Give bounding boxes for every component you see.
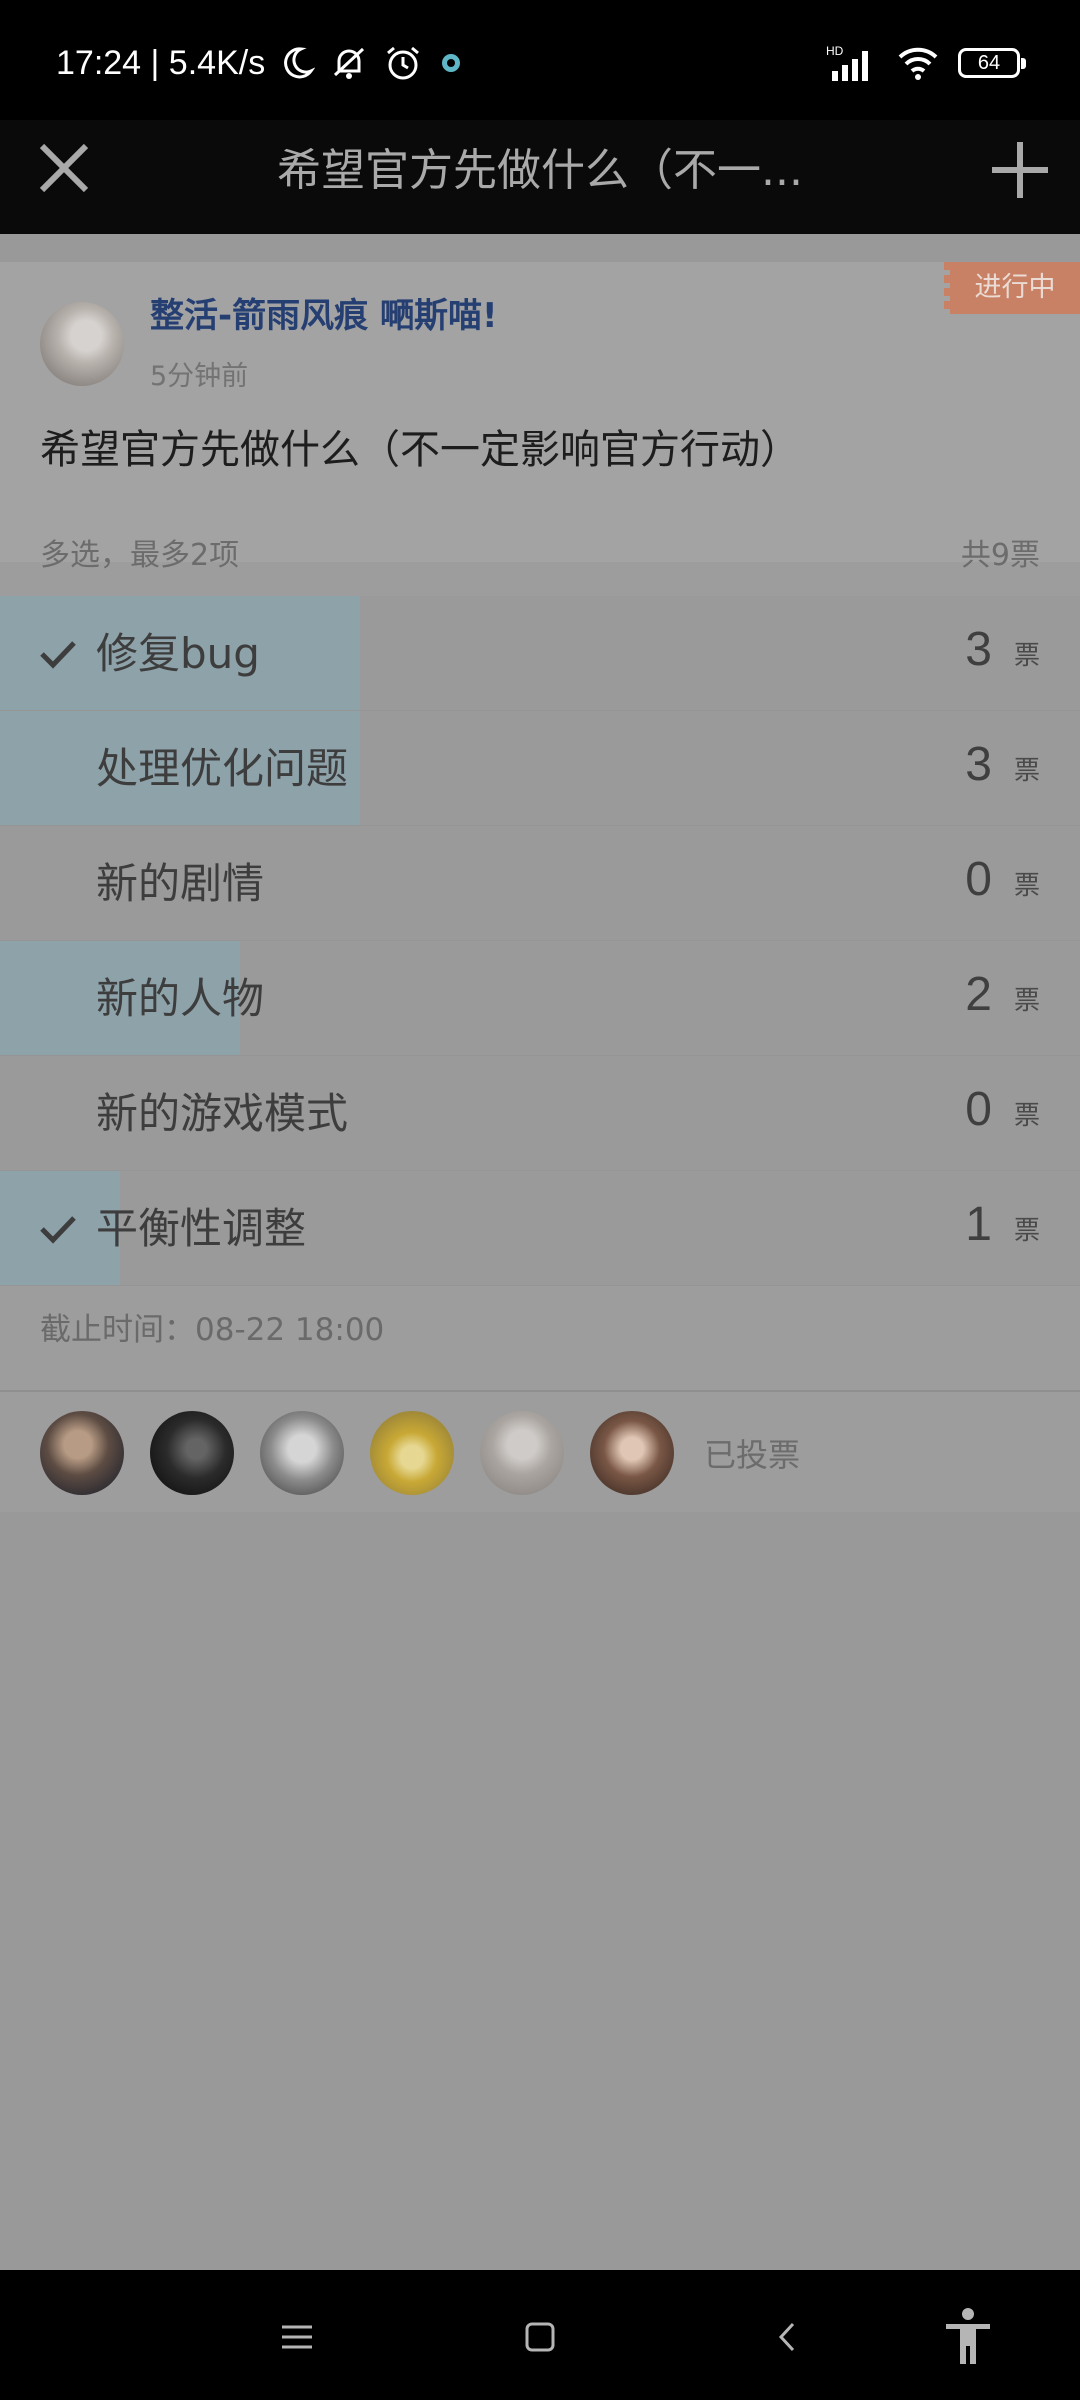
poll-option[interactable]: 新的人物 2 票 [0, 941, 1080, 1056]
option-label: 新的人物 [96, 974, 265, 1023]
close-icon[interactable] [34, 138, 94, 198]
divider [0, 1390, 1080, 1392]
poll-option[interactable]: 平衡性调整 1 票 [0, 1171, 1080, 1286]
option-vote-count: 3 [965, 738, 992, 791]
battery-indicator: 64 [958, 48, 1026, 78]
app-header: 希望官方先做什么（不一... [0, 120, 1080, 234]
option-vote-count: 1 [965, 1198, 992, 1251]
signal-icon: HD [826, 44, 868, 81]
poll-deadline: 截止时间：08-22 18:00 [40, 1312, 385, 1348]
poll-option[interactable]: 处理优化问题 3 票 [0, 711, 1080, 826]
vote-unit: 票 [1013, 756, 1040, 786]
voter-list[interactable]: 已投票 [40, 1410, 800, 1496]
option-label: 修复bug [96, 629, 260, 678]
check-icon [40, 641, 76, 669]
poll-title: 希望官方先做什么（不一定影响官方行动） [40, 427, 800, 473]
page-title: 希望官方先做什么（不一... [277, 145, 803, 196]
system-nav-bar [0, 2270, 1080, 2400]
poll-option[interactable]: 新的剧情 0 票 [0, 826, 1080, 941]
time-speed-text: 17:24 | 5.4K/s [56, 43, 266, 82]
poll-mode: 多选，最多2项 [40, 538, 240, 573]
option-label: 新的剧情 [96, 859, 265, 908]
option-vote-count: 2 [965, 968, 992, 1021]
voter-avatar[interactable] [150, 1411, 234, 1495]
voter-avatar[interactable] [370, 1411, 454, 1495]
author-avatar[interactable] [40, 302, 124, 386]
poll-options: 修复bug 3 票处理优化问题 3 票新的剧情 0 票新的人物 2 票新的游戏模式 0 票平衡性调整… [0, 596, 1080, 1286]
home-icon[interactable] [515, 2312, 565, 2362]
poll-option[interactable]: 新的游戏模式 0 票 [0, 1056, 1080, 1171]
vote-unit: 票 [1013, 871, 1040, 901]
voted-label: 已投票 [704, 1436, 801, 1474]
battery-level: 64 [977, 51, 1001, 74]
muted-bell-icon [334, 47, 365, 79]
voter-avatar[interactable] [260, 1411, 344, 1495]
check-icon [40, 1216, 76, 1244]
poll-option[interactable]: 修复bug 3 票 [0, 596, 1080, 711]
vote-unit: 票 [1013, 1101, 1040, 1131]
vote-unit: 票 [1013, 641, 1040, 671]
add-icon[interactable] [986, 136, 1054, 204]
status-left: 17:24 | 5.4K/s [56, 38, 465, 88]
vote-unit: 票 [1013, 1216, 1040, 1246]
accessibility-icon[interactable] [940, 2306, 996, 2366]
voter-avatar[interactable] [40, 1411, 124, 1495]
poll-card: 进行中 整活-箭雨风痕 嗮斯喵! 5分钟前 希望官方先做什么（不一定影响官方行动… [0, 262, 1080, 1512]
option-label: 平衡性调整 [96, 1204, 307, 1253]
option-vote-count: 0 [965, 853, 992, 906]
option-label: 处理优化问题 [96, 744, 349, 793]
back-icon[interactable] [763, 2312, 813, 2362]
vote-unit: 票 [1013, 986, 1040, 1016]
menu-icon[interactable] [272, 2312, 322, 2362]
voter-avatar[interactable] [480, 1411, 564, 1495]
poll-total: 共9票 [960, 538, 1040, 573]
status-badge: 进行中 [944, 262, 1080, 314]
author-name[interactable]: 整活-箭雨风痕 嗮斯喵! [150, 288, 497, 337]
app-notification-icon [442, 54, 461, 72]
option-label: 新的游戏模式 [96, 1089, 349, 1138]
option-vote-count: 0 [965, 1083, 992, 1136]
voter-avatar[interactable] [590, 1411, 674, 1495]
network-label: HD [826, 44, 844, 58]
alarm-icon [387, 46, 420, 80]
option-vote-count: 3 [965, 623, 992, 676]
wifi-icon [898, 47, 938, 80]
post-time: 5分钟前 [150, 361, 249, 392]
status-bar: 17:24 | 5.4K/s HD 64 [0, 0, 1080, 120]
moon-icon [284, 47, 316, 79]
status-right: HD 64 [826, 38, 1026, 88]
